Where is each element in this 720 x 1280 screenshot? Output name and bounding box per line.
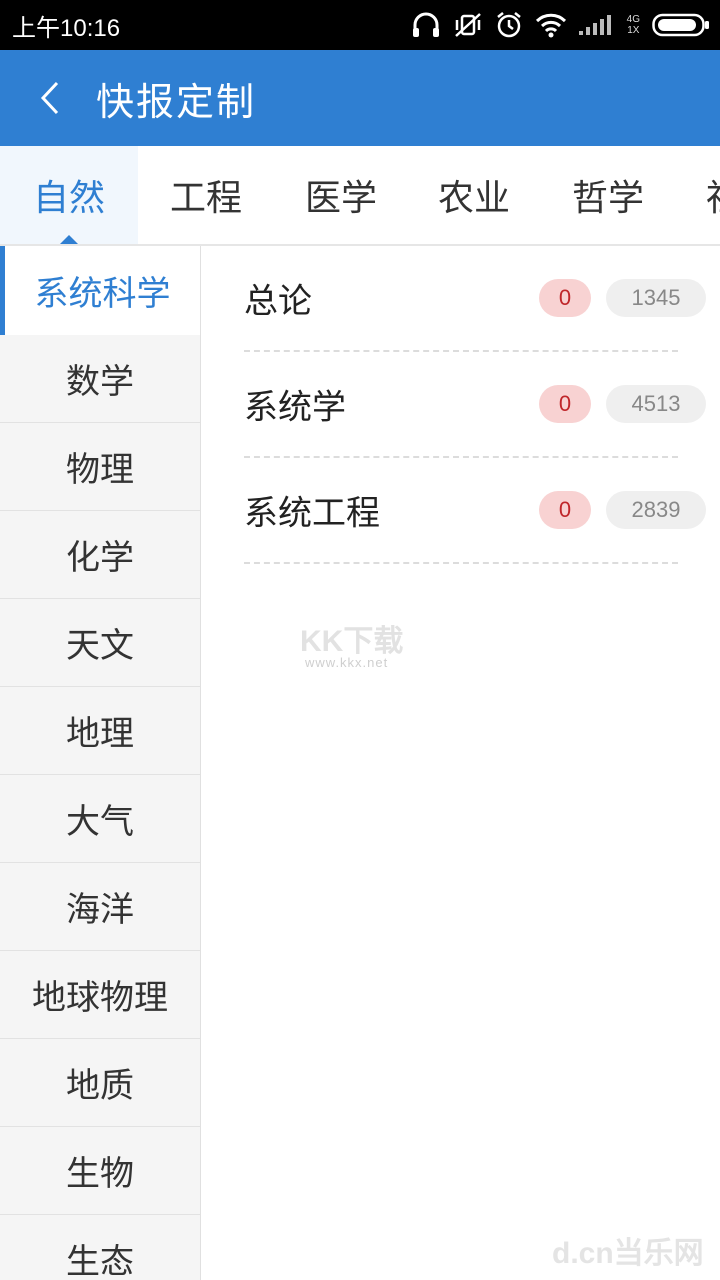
signal-icon <box>578 13 615 37</box>
page-title: 快报定制 <box>96 79 257 124</box>
subject-name: 总论 <box>244 281 312 322</box>
unread-count-badge: 0 <box>539 491 591 529</box>
total-count-badge: 1345 <box>606 279 706 317</box>
sidebar-item-ocean[interactable]: 海洋 <box>0 863 200 951</box>
tab-label: 工程 <box>169 178 242 219</box>
tab-nature[interactable]: 自然 <box>0 146 138 244</box>
sidebar-item-biology[interactable]: 生物 <box>0 1127 200 1215</box>
tab-medicine[interactable]: 医学 <box>274 146 408 244</box>
tab-label: 自然 <box>32 178 105 219</box>
tab-agriculture[interactable]: 农业 <box>408 146 540 244</box>
sidebar-item-label: 物理 <box>66 450 134 490</box>
total-count-badge: 2839 <box>606 491 706 529</box>
sidebar-item-label: 海洋 <box>66 890 134 930</box>
list-item[interactable]: 系统学 0 4513 <box>244 352 706 458</box>
sidebar-item-label: 大气 <box>66 802 134 842</box>
sidebar-item-systems-science[interactable]: 系统科学 <box>0 246 200 335</box>
sidebar-item-label: 天文 <box>66 626 134 666</box>
sidebar-item-mathematics[interactable]: 数学 <box>0 335 200 423</box>
sidebar-item-label: 地理 <box>66 714 134 754</box>
sidebar-item-label: 化学 <box>66 538 134 578</box>
back-button[interactable] <box>28 76 72 120</box>
unread-count-badge: 0 <box>539 385 591 423</box>
sidebar-item-label: 生物 <box>66 1154 134 1194</box>
network-type: 4G 1X <box>627 14 640 36</box>
tab-label: 医学 <box>304 178 377 219</box>
list-item[interactable]: 系统工程 0 2839 <box>244 458 706 564</box>
headset-icon <box>411 11 441 39</box>
category-tabs: 自然 工程 医学 农业 哲学 社 <box>0 146 720 246</box>
network-bottom-label: 1X <box>627 25 640 36</box>
tab-label: 农业 <box>437 178 510 219</box>
subject-sidebar: 系统科学 数学 物理 化学 天文 地理 大气 海洋 地球物理 地质 生物 生态 <box>0 246 201 1280</box>
sidebar-item-physics[interactable]: 物理 <box>0 423 200 511</box>
tab-label: 社 <box>706 169 720 221</box>
watermark-logo: KK下载 <box>300 625 404 658</box>
sidebar-item-geography[interactable]: 地理 <box>0 687 200 775</box>
tab-label: 哲学 <box>571 178 644 219</box>
subject-list: 总论 0 1345 系统学 0 4513 系统工程 0 2839 <box>200 246 720 564</box>
vibrate-off-icon <box>453 11 483 39</box>
status-time: 上午10:16 <box>12 14 121 42</box>
active-tab-indicator <box>60 235 78 244</box>
sidebar-item-label: 数学 <box>66 362 134 402</box>
chevron-left-icon <box>40 81 59 115</box>
sidebar-item-atmosphere[interactable]: 大气 <box>0 775 200 863</box>
network-top-label: 4G <box>626 14 640 25</box>
sidebar-item-geology[interactable]: 地质 <box>0 1039 200 1127</box>
sidebar-item-label: 地质 <box>66 1066 134 1106</box>
alarm-icon <box>495 11 523 39</box>
battery-icon <box>652 12 710 38</box>
status-bar: 上午10:16 4G 1X <box>0 0 720 50</box>
sidebar-item-label: 生态 <box>66 1242 134 1280</box>
total-count-badge: 4513 <box>606 385 706 423</box>
tab-social[interactable]: 社 <box>676 146 720 244</box>
wifi-icon <box>535 12 567 38</box>
sidebar-item-chemistry[interactable]: 化学 <box>0 511 200 599</box>
sidebar-item-label: 地球物理 <box>32 978 168 1018</box>
unread-count-badge: 0 <box>539 279 591 317</box>
status-icons: 4G 1X <box>411 0 710 50</box>
tab-philosophy[interactable]: 哲学 <box>540 146 676 244</box>
list-item[interactable]: 总论 0 1345 <box>244 246 706 352</box>
corner-watermark: d.cn当乐网 <box>552 1237 704 1270</box>
app-bar: 快报定制 <box>0 50 720 146</box>
subject-name: 系统学 <box>244 387 346 428</box>
sidebar-item-ecology[interactable]: 生态 <box>0 1215 200 1280</box>
sidebar-item-geophysics[interactable]: 地球物理 <box>0 951 200 1039</box>
sidebar-item-astronomy[interactable]: 天文 <box>0 599 200 687</box>
sidebar-item-label: 系统科学 <box>34 274 171 314</box>
subject-name: 系统工程 <box>244 493 380 534</box>
watermark-url: www.kkx.net <box>305 655 389 670</box>
tab-engineering[interactable]: 工程 <box>138 146 274 244</box>
